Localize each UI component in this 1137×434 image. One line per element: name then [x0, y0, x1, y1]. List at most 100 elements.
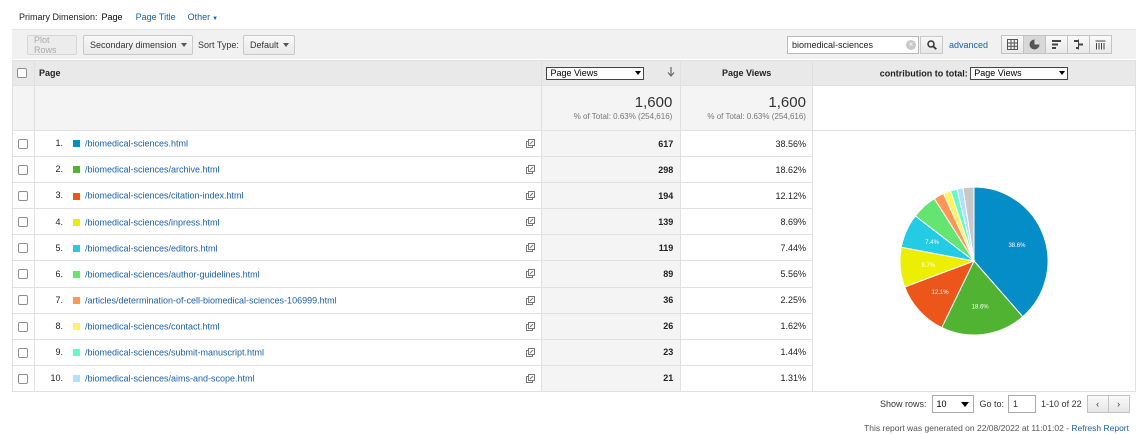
contribution-select[interactable]: Page Views — [970, 66, 1069, 80]
search-button[interactable] — [920, 36, 943, 54]
performance-view-button[interactable] — [1045, 35, 1068, 54]
pie-slice-label: 8.7% — [921, 263, 935, 269]
page-path-link[interactable]: /biomedical-sciences/archive.html — [85, 165, 220, 175]
row-number: 9. — [55, 346, 63, 357]
page-path-link[interactable]: /biomedical-sciences/editors.html — [85, 243, 218, 253]
primary-dimension-page[interactable]: Page — [102, 12, 123, 22]
page-path-link[interactable]: /biomedical-sciences/citation-index.html — [85, 191, 244, 201]
row-checkbox[interactable] — [18, 347, 29, 358]
row-checkbox[interactable] — [18, 295, 29, 306]
refresh-report-link[interactable]: Refresh Report — [1071, 423, 1129, 433]
page-cell: 10. /biomedical-sciences/aims-and-scope.h… — [33, 364, 543, 393]
secondary-dimension-dropdown[interactable]: Secondary dimension — [83, 35, 193, 55]
row-checkbox[interactable] — [18, 191, 29, 202]
search-icon — [926, 40, 937, 50]
select-all-checkbox[interactable] — [17, 68, 27, 79]
metric-select-value: Page Views — [550, 68, 598, 78]
primary-dimension-page-title[interactable]: Page Title — [136, 12, 176, 22]
page-cell: 5. /biomedical-sciences/editors.html — [33, 234, 543, 262]
open-external-icon[interactable] — [526, 321, 536, 331]
clear-search-icon[interactable]: × — [906, 40, 916, 50]
series-color-swatch — [72, 323, 80, 331]
row-checkbox[interactable] — [18, 373, 29, 384]
row-check-cell — [12, 234, 35, 262]
page-path-link[interactable]: /articles/determination-of-cell-biomedic… — [85, 295, 337, 305]
percent-cell: 12.12% — [680, 182, 813, 210]
metric-select[interactable]: Page Views — [546, 66, 645, 80]
page-path-link[interactable]: /biomedical-sciences/author-guidelines.h… — [85, 269, 260, 279]
search-input[interactable]: biomedical-sciences — [787, 36, 919, 54]
series-color-swatch — [72, 140, 80, 148]
totals-percent-cell: 1,600 % of Total: 0.63% (254,616) — [680, 85, 813, 131]
row-checkbox[interactable] — [18, 164, 29, 175]
row-check-cell — [12, 312, 35, 340]
pie-view-button[interactable] — [1023, 35, 1046, 54]
goto-input[interactable]: 1 — [1008, 395, 1037, 413]
pageviews-column-header[interactable]: Page Views — [680, 60, 813, 86]
generated-timestamp: This report was generated on 22/08/2022 … — [864, 423, 1072, 433]
pivot-view-button[interactable] — [1089, 35, 1112, 54]
pageviews-cell: 139 — [541, 208, 682, 236]
primary-dimension-other-label: Other — [187, 12, 211, 22]
totals-row: 1,600 % of Total: 0.63% (254,616) 1,600 … — [12, 85, 1137, 131]
open-external-icon[interactable] — [526, 139, 536, 148]
pageviews-cell: 21 — [541, 364, 682, 393]
goto-label: Go to: — [979, 399, 1005, 409]
previous-page-button[interactable]: ‹ — [1086, 395, 1109, 413]
pageviews-cell: 23 — [541, 338, 682, 366]
comparison-view-button[interactable] — [1067, 35, 1090, 54]
sort-type-value: Default — [250, 40, 279, 50]
row-checkbox[interactable] — [18, 217, 29, 228]
row-number: 7. — [55, 294, 63, 305]
metric-select-header: Page Views — [541, 60, 682, 86]
row-checkbox[interactable] — [18, 321, 29, 332]
view-switcher — [1001, 35, 1112, 54]
pagination-bar: Show rows: 10 Go to: 1 1-10 of 22 ‹ › — [880, 395, 1130, 413]
open-external-icon[interactable] — [526, 191, 536, 201]
open-external-icon[interactable] — [526, 295, 536, 305]
page-column-header[interactable]: Page — [33, 60, 543, 86]
advanced-filter-link[interactable]: advanced — [949, 40, 988, 50]
page-path-link[interactable]: /biomedical-sciences/aims-and-scope.html — [85, 374, 255, 384]
total-pageviews-value: 1,600 — [634, 94, 673, 111]
open-external-icon[interactable] — [526, 269, 536, 279]
open-external-icon[interactable] — [526, 347, 536, 357]
open-external-icon[interactable] — [526, 373, 536, 383]
series-color-swatch — [72, 270, 80, 278]
open-external-icon[interactable] — [526, 243, 536, 253]
report-toolbar: Plot Rows Secondary dimension Sort Type:… — [12, 29, 1136, 59]
row-checkbox[interactable] — [18, 138, 29, 149]
page-path-link[interactable]: /biomedical-sciences/contact.html — [85, 322, 220, 332]
chevron-down-icon — [181, 43, 187, 47]
contribution-label: contribution to total: — [879, 68, 968, 78]
show-rows-select[interactable]: 10 — [931, 395, 974, 413]
primary-dimension-label: Primary Dimension: — [19, 12, 98, 22]
table-view-button[interactable] — [1001, 35, 1024, 54]
pageviews-cell: 119 — [541, 234, 682, 262]
row-checkbox[interactable] — [18, 243, 29, 254]
pie-slice-label: 18.6% — [972, 304, 990, 310]
primary-dimension-other[interactable]: Other ▼ — [188, 12, 218, 22]
chevron-down-icon — [283, 43, 289, 47]
page-path-link[interactable]: /biomedical-sciences/inpress.html — [85, 217, 220, 227]
pie-view-icon — [1029, 39, 1040, 50]
series-color-swatch — [72, 244, 80, 252]
totals-chart-cell — [811, 85, 1137, 131]
next-page-button[interactable]: › — [1107, 395, 1130, 413]
sort-descending-icon[interactable] — [667, 67, 675, 79]
pie-slice-label: 38.6% — [1008, 243, 1026, 249]
row-check-cell — [12, 286, 35, 314]
page-path-link[interactable]: /biomedical-sciences.html — [85, 139, 188, 149]
page-range-text: 1-10 of 22 — [1041, 399, 1082, 409]
row-check-cell — [12, 338, 35, 366]
total-percent-sub: % of Total: 0.63% (254,616) — [707, 112, 806, 121]
sort-type-dropdown[interactable]: Default — [243, 35, 295, 55]
totals-pageviews-cell: 1,600 % of Total: 0.63% (254,616) — [541, 85, 682, 131]
page-path-link[interactable]: /biomedical-sciences/submit-manuscript.h… — [85, 348, 264, 358]
row-checkbox[interactable] — [18, 269, 29, 280]
percent-cell: 1.44% — [680, 338, 813, 366]
row-number: 10. — [50, 373, 63, 384]
open-external-icon[interactable] — [526, 165, 536, 175]
plot-rows-button[interactable]: Plot Rows — [27, 35, 77, 55]
open-external-icon[interactable] — [526, 217, 536, 227]
